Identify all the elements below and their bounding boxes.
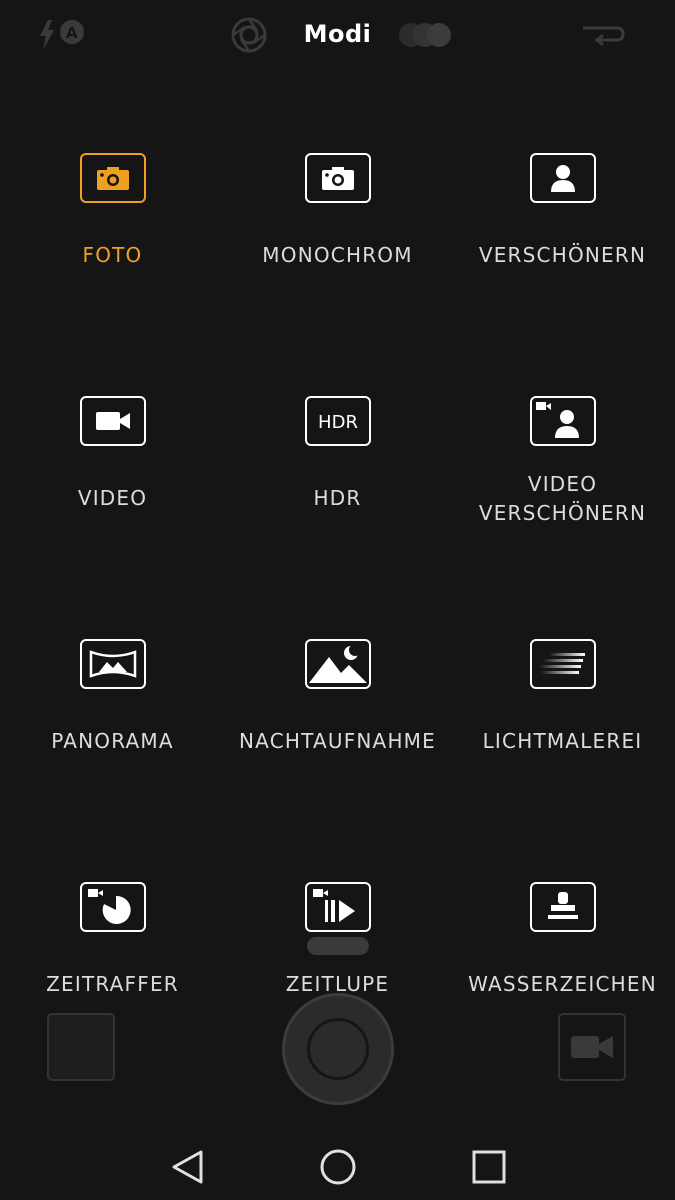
top-bar: A Modi <box>0 0 675 76</box>
mode-label: ZEITRAFFER <box>46 972 179 996</box>
video-portrait-icon <box>529 396 596 446</box>
monochrome-camera-icon <box>304 153 371 203</box>
portrait-icon <box>529 153 596 203</box>
page-title: Modi <box>303 20 372 48</box>
mode-panorama[interactable]: PANORAMA <box>0 639 225 756</box>
video-camera-icon <box>79 396 146 446</box>
watermark-stamp-icon <box>529 882 596 932</box>
mode-nachtaufnahme[interactable]: NACHTAUFNAHME <box>225 639 450 756</box>
mode-label: MONOCHROM <box>262 243 413 267</box>
mode-label: HDR <box>313 486 362 510</box>
slow-motion-icon <box>304 882 371 932</box>
light-trails-icon <box>529 639 596 689</box>
recents-icon[interactable] <box>469 1148 509 1186</box>
mode-label: NACHTAUFNAHME <box>239 729 436 753</box>
photo-camera-icon <box>79 153 146 203</box>
night-mountain-icon <box>304 639 371 689</box>
mode-monochrom[interactable]: MONOCHROM <box>225 153 450 270</box>
mode-hdr[interactable]: HDR HDR <box>225 396 450 513</box>
mode-label: WASSERZEICHEN <box>468 972 657 996</box>
panorama-icon <box>79 639 146 689</box>
mode-video-verschoenern[interactable]: VIDEO VERSCHÖNERN <box>450 396 675 528</box>
gallery-thumbnail[interactable] <box>47 1013 115 1081</box>
shutter-button[interactable] <box>282 993 394 1105</box>
mode-wasserzeichen[interactable]: WASSERZEICHEN <box>450 882 675 999</box>
svg-text:HDR: HDR <box>318 412 358 433</box>
mode-foto[interactable]: FOTO <box>0 153 225 270</box>
home-icon[interactable] <box>318 1148 358 1186</box>
drawer-handle[interactable] <box>307 937 369 955</box>
mode-lichtmalerei[interactable]: LICHTMALEREI <box>450 639 675 756</box>
navigation-bar <box>0 1130 675 1200</box>
mode-label: FOTO <box>82 243 143 267</box>
switch-camera-icon[interactable] <box>577 20 627 50</box>
mode-label: VERSCHÖNERN <box>478 243 647 267</box>
video-camera-icon <box>571 1036 613 1058</box>
timelapse-icon <box>79 882 146 932</box>
mode-label: VIDEO VERSCHÖNERN <box>478 472 647 525</box>
mode-zeitraffer[interactable]: ZEITRAFFER <box>0 882 225 999</box>
mode-label: LICHTMALEREI <box>482 729 643 753</box>
mode-video[interactable]: VIDEO <box>0 396 225 513</box>
hdr-icon: HDR <box>304 396 371 446</box>
back-icon[interactable] <box>168 1148 208 1186</box>
filter-icon[interactable] <box>396 20 456 50</box>
mode-verschoenern[interactable]: VERSCHÖNERN <box>450 153 675 270</box>
video-mode-button[interactable] <box>558 1013 626 1081</box>
mode-label: PANORAMA <box>51 729 174 753</box>
mode-label: VIDEO <box>77 486 148 510</box>
shutter-inner-ring <box>307 1018 369 1080</box>
